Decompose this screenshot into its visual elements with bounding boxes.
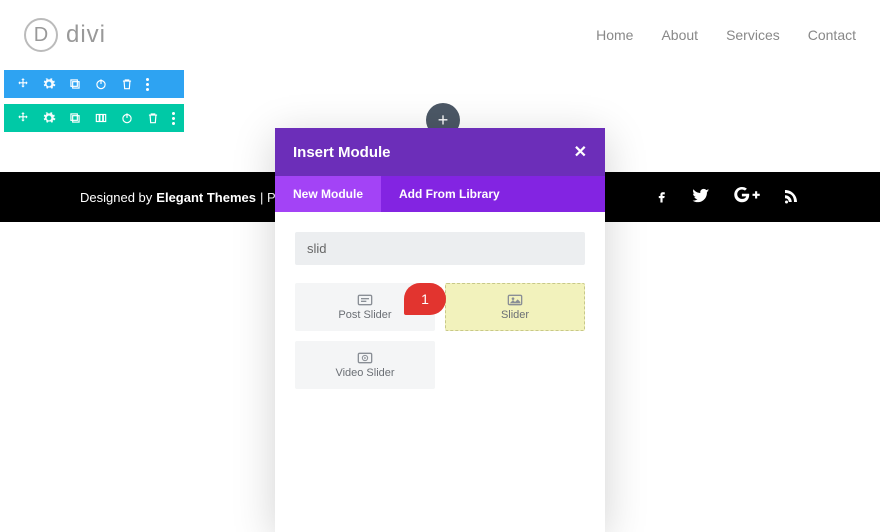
delete-icon[interactable] [117, 74, 137, 94]
more-icon[interactable] [168, 112, 178, 125]
move-icon[interactable] [13, 74, 33, 94]
logo-mark-icon: D [24, 18, 58, 52]
more-icon[interactable] [142, 78, 152, 91]
primary-nav: Home About Services Contact [596, 27, 856, 43]
nav-link-about[interactable]: About [661, 27, 698, 43]
module-search-input[interactable] [295, 232, 585, 265]
columns-icon[interactable] [91, 108, 111, 128]
duplicate-icon[interactable] [65, 74, 85, 94]
tab-add-from-library[interactable]: Add From Library [381, 176, 518, 212]
settings-icon[interactable] [39, 74, 59, 94]
module-label: Post Slider [338, 309, 391, 321]
nav-link-contact[interactable]: Contact [808, 27, 856, 43]
module-list: Post Slider Slider Video Slider [295, 283, 585, 389]
google-plus-icon[interactable] [734, 187, 760, 207]
tab-new-module[interactable]: New Module [275, 176, 381, 212]
module-label: Slider [501, 309, 529, 321]
modal-tabs: New Module Add From Library [275, 176, 605, 212]
move-icon[interactable] [13, 108, 33, 128]
footer-prefix: Designed by [80, 190, 152, 205]
close-icon[interactable]: ✕ [574, 142, 587, 162]
logo[interactable]: D divi [24, 18, 106, 52]
logo-text: divi [66, 21, 106, 49]
module-slider[interactable]: Slider [445, 283, 585, 331]
insert-module-modal: Insert Module ✕ New Module Add From Libr… [275, 128, 605, 532]
module-post-slider[interactable]: Post Slider [295, 283, 435, 331]
builder-toolbars [4, 70, 184, 138]
nav-link-services[interactable]: Services [726, 27, 780, 43]
facebook-icon[interactable] [655, 186, 668, 209]
section-toolbar [4, 70, 184, 98]
duplicate-icon[interactable] [65, 108, 85, 128]
power-icon[interactable] [91, 74, 111, 94]
power-icon[interactable] [117, 108, 137, 128]
modal-title: Insert Module [293, 144, 391, 161]
footer-brand: Elegant Themes [156, 190, 256, 205]
twitter-icon[interactable] [690, 187, 712, 208]
row-toolbar [4, 104, 184, 132]
nav-link-home[interactable]: Home [596, 27, 633, 43]
settings-icon[interactable] [39, 108, 59, 128]
delete-icon[interactable] [143, 108, 163, 128]
rss-icon[interactable] [782, 187, 800, 208]
module-video-slider[interactable]: Video Slider [295, 341, 435, 389]
modal-header: Insert Module ✕ [275, 128, 605, 176]
module-label: Video Slider [335, 367, 394, 379]
site-header: D divi Home About Services Contact [0, 0, 880, 70]
social-links [655, 186, 800, 209]
footer-credit: Designed by Elegant Themes | Pow [80, 190, 292, 205]
modal-body: Post Slider Slider Video Slider [275, 212, 605, 532]
